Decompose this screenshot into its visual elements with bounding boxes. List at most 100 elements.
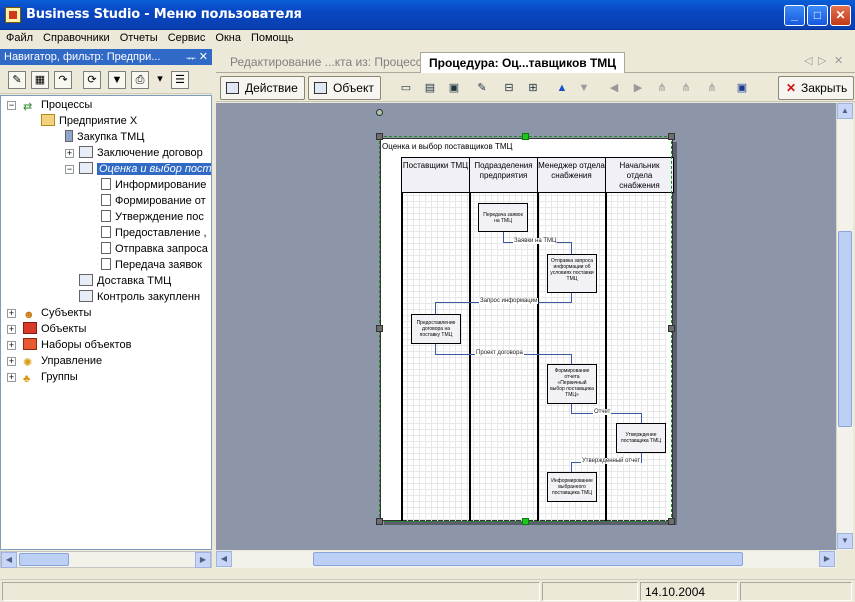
insert-text-icon[interactable]: ▤: [422, 80, 438, 96]
tab-close-icon[interactable]: ✕: [834, 54, 843, 67]
filter-icon[interactable]: ▼: [108, 71, 126, 89]
tab-procedure[interactable]: Процедура: Оц...тавщиков ТМЦ: [420, 52, 626, 73]
resize-handle[interactable]: [668, 325, 675, 332]
expand-toggle[interactable]: +: [7, 341, 16, 350]
document-icon: [101, 226, 111, 238]
menu-reports[interactable]: Отчеты: [114, 30, 162, 44]
tree-item-delivery[interactable]: Доставка ТМЦ: [79, 273, 171, 289]
expand-toggle[interactable]: +: [65, 149, 74, 158]
print-icon[interactable]: ⎙: [131, 71, 149, 89]
processes-icon: ⇄: [23, 101, 33, 113]
scroll-thumb[interactable]: [838, 231, 852, 427]
pin-icon[interactable]: ᅲ: [186, 50, 196, 66]
canvas-horizontal-scrollbar[interactable]: ◀ ▶: [216, 551, 836, 568]
tree-item-groups[interactable]: ♣ Группы: [23, 369, 78, 385]
tree-item-purchase[interactable]: Закупка ТМЦ: [65, 129, 144, 145]
tree-item-evaluation[interactable]: Оценка и выбор пост: [79, 161, 211, 177]
scroll-up-icon[interactable]: ▲: [837, 103, 853, 119]
collapse-toggle[interactable]: −: [7, 101, 16, 110]
layout-icon[interactable]: ⊞: [525, 80, 541, 96]
text-box-icon[interactable]: ▭: [398, 80, 414, 96]
resize-handle[interactable]: [376, 133, 383, 140]
navigator-toolbar: ✎ ▦ ↷ ⟳ ▼ ⎙ ▾ ☰: [0, 66, 212, 94]
tree-item-step[interactable]: Отправка запроса: [101, 241, 208, 257]
save-icon[interactable]: ▣: [734, 80, 750, 96]
minimize-button[interactable]: _: [784, 5, 805, 26]
resize-handle[interactable]: [522, 133, 529, 140]
navigator-title: Навигатор, фильтр: Предпри...: [4, 51, 161, 63]
table-icon[interactable]: ▦: [31, 71, 49, 89]
diagram-icon: [79, 274, 93, 286]
tree-item-contract[interactable]: Заключение договор: [79, 145, 203, 161]
shape-icon[interactable]: ▣: [446, 80, 462, 96]
close-window-button[interactable]: ✕: [830, 5, 851, 26]
scroll-left-icon[interactable]: ◀: [1, 552, 17, 568]
navigator-close-icon[interactable]: ✕: [199, 50, 208, 63]
tree-item-enterprise[interactable]: Предприятие Х: [41, 113, 137, 129]
menu-references[interactable]: Справочники: [37, 30, 114, 44]
tab-next-icon[interactable]: ▷: [818, 54, 826, 67]
expand-toggle[interactable]: +: [7, 309, 16, 318]
object-button[interactable]: Объект: [308, 76, 381, 100]
tree-horizontal-scrollbar[interactable]: ◀ ▶: [0, 551, 212, 568]
sync-icon[interactable]: ⟳: [83, 71, 101, 89]
menu-service[interactable]: Сервис: [162, 30, 210, 44]
tree-item-control[interactable]: Контроль закупленн: [79, 289, 200, 305]
properties-icon[interactable]: ☰: [171, 71, 189, 89]
refresh-icon[interactable]: ↷: [54, 71, 72, 89]
tree-item-step[interactable]: Формирование от: [101, 193, 206, 209]
move-up-icon[interactable]: ▲: [554, 80, 570, 96]
scroll-thumb[interactable]: [19, 553, 69, 566]
close-x-icon: ✕: [786, 81, 797, 95]
align-icon[interactable]: ⊟: [501, 80, 517, 96]
scroll-thumb[interactable]: [313, 552, 743, 566]
menu-windows[interactable]: Окна: [209, 30, 245, 44]
edit-icon[interactable]: ✎: [8, 71, 26, 89]
tree-item-step[interactable]: Утверждение пос: [101, 209, 204, 225]
resize-handle[interactable]: [376, 518, 383, 525]
tab-prev-icon[interactable]: ◁: [804, 54, 812, 67]
tree-item-step[interactable]: Передача заявок: [101, 257, 202, 273]
dropdown-arrow-icon[interactable]: ▾: [151, 71, 169, 89]
canvas-vertical-scrollbar[interactable]: ▲ ▼: [836, 103, 853, 550]
hierarchy-icon[interactable]: ⋔: [654, 80, 670, 96]
tree-item-object-sets[interactable]: Наборы объектов: [23, 337, 131, 353]
action-button[interactable]: Действие: [220, 76, 305, 100]
tree-item-processes[interactable]: ⇄ Процессы: [23, 97, 92, 113]
expand-toggle[interactable]: +: [7, 373, 16, 382]
tree-item-subjects[interactable]: ☻ Субъекты: [23, 305, 91, 321]
tree-item-step[interactable]: Информирование: [101, 177, 206, 193]
expand-toggle[interactable]: +: [7, 325, 16, 334]
scroll-down-icon[interactable]: ▼: [837, 533, 853, 549]
expand-toggle[interactable]: +: [7, 357, 16, 366]
rotate-handle[interactable]: [376, 109, 383, 116]
tab-editing[interactable]: Редактирование ...кта из: Процессы: [222, 52, 438, 73]
resize-handle[interactable]: [668, 133, 675, 140]
scroll-right-icon[interactable]: ▶: [195, 552, 211, 568]
menu-help[interactable]: Помощь: [245, 30, 298, 44]
resize-handle[interactable]: [376, 325, 383, 332]
maximize-button[interactable]: □: [807, 5, 828, 26]
diagram-canvas[interactable]: Оценка и выбор поставщиков ТМЦ Поставщик…: [216, 103, 836, 550]
move-down-icon[interactable]: ▼: [576, 80, 592, 96]
edit-icon[interactable]: ✎: [474, 80, 490, 96]
menu-file[interactable]: Файл: [0, 30, 37, 44]
resize-handle[interactable]: [668, 518, 675, 525]
resize-handle[interactable]: [522, 518, 529, 525]
document-icon: [101, 210, 111, 222]
hierarchy-icon[interactable]: ⋔: [678, 80, 694, 96]
tree-item-step[interactable]: Предоставление ,: [101, 225, 207, 241]
move-left-icon[interactable]: ◀: [606, 80, 622, 96]
hierarchy-icon[interactable]: ⋔: [704, 80, 720, 96]
app-logo-icon: [5, 7, 21, 23]
document-icon: [101, 258, 111, 270]
collapse-toggle[interactable]: −: [65, 165, 74, 174]
move-right-icon[interactable]: ▶: [630, 80, 646, 96]
scroll-right-icon[interactable]: ▶: [819, 551, 835, 567]
tree-item-objects[interactable]: Объекты: [23, 321, 86, 337]
title-bar: Business Studio - Меню пользователя _ □ …: [0, 0, 855, 30]
scroll-left-icon[interactable]: ◀: [216, 551, 232, 567]
status-cell: [542, 582, 638, 601]
tree-item-management[interactable]: ✺ Управление: [23, 353, 102, 369]
close-button[interactable]: ✕ Закрыть: [778, 76, 855, 100]
